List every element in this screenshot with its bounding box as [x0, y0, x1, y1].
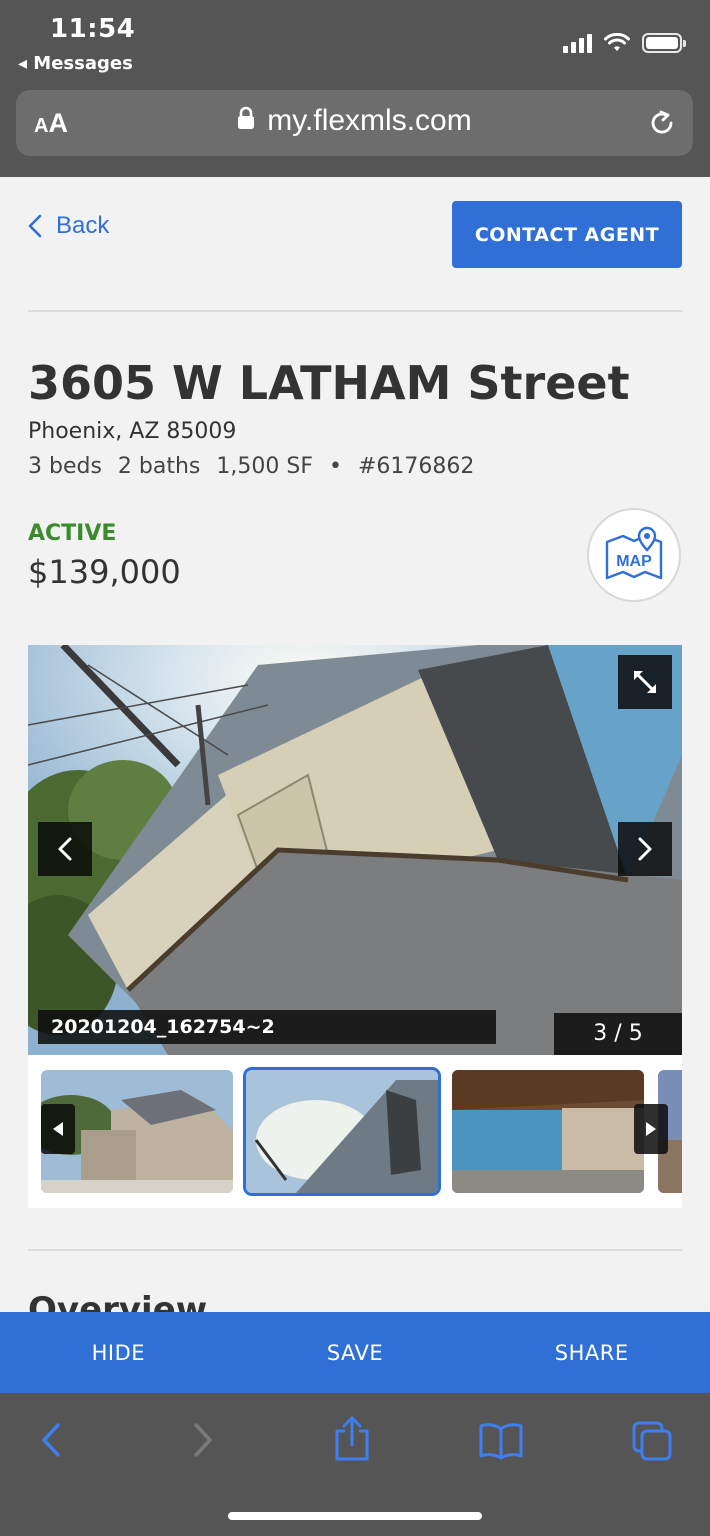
battery-icon: [642, 33, 686, 53]
gallery-next-button[interactable]: [618, 822, 672, 876]
status-badge: ACTIVE: [28, 521, 117, 546]
listing-address: 3605 W LATHAM Street: [28, 356, 630, 410]
main-photo: [28, 645, 682, 1055]
url-text: my.flexmls.com: [267, 104, 472, 137]
map-icon: MAP: [605, 526, 663, 580]
chevron-left-icon: [28, 214, 42, 238]
thumbnail-image: [246, 1070, 438, 1193]
hide-button[interactable]: HIDE: [0, 1312, 237, 1393]
address-bar[interactable]: AA my.flexmls.com: [16, 90, 693, 156]
separator-dot: •: [328, 454, 342, 479]
status-icons: [563, 31, 686, 55]
divider: [28, 310, 682, 312]
browser-forward-icon[interactable]: [188, 1420, 218, 1460]
url-display[interactable]: my.flexmls.com: [16, 104, 693, 138]
baths: 2 baths: [117, 454, 201, 479]
back-to-messages[interactable]: ◂ Messages: [18, 53, 133, 74]
back-link[interactable]: Back: [28, 212, 109, 240]
wifi-icon: [604, 33, 630, 51]
photo-gallery[interactable]: 20201204_162754~2 3 / 5: [28, 645, 682, 1055]
gallery-prev-button[interactable]: [38, 822, 92, 876]
fullscreen-button[interactable]: [618, 655, 672, 709]
contact-agent-button[interactable]: CONTACT AGENT: [452, 201, 682, 268]
home-indicator: [228, 1512, 482, 1520]
action-bar: HIDE SAVE SHARE: [0, 1312, 710, 1393]
thumbnail-2[interactable]: [243, 1067, 441, 1196]
triangle-left-icon: [53, 1122, 63, 1136]
thumbnails-prev-button[interactable]: [41, 1104, 75, 1154]
listing-city: Phoenix, AZ 85009: [28, 419, 237, 444]
back-label: Back: [56, 212, 110, 239]
divider: [28, 1249, 682, 1251]
tabs-icon[interactable]: [630, 1419, 674, 1463]
triangle-right-icon: [646, 1122, 656, 1136]
browser-back-icon[interactable]: [36, 1420, 66, 1460]
thumbnail-strip[interactable]: [28, 1055, 682, 1208]
status-time: 11:54: [50, 14, 136, 44]
cellular-signal-icon: [563, 33, 592, 53]
thumbnail-3[interactable]: [452, 1070, 644, 1193]
lock-icon: [238, 106, 255, 130]
mls-number: #6176862: [357, 454, 475, 479]
listing-price: $139,000: [28, 553, 181, 591]
bookmarks-icon[interactable]: [478, 1421, 524, 1461]
save-button[interactable]: SAVE: [237, 1312, 474, 1393]
thumbnail-image: [452, 1070, 644, 1193]
expand-icon: [633, 670, 657, 694]
share-icon[interactable]: [333, 1415, 371, 1463]
beds: 3 beds: [28, 454, 102, 479]
chevron-right-icon: [638, 837, 652, 861]
area: 1,500 SF: [216, 454, 313, 479]
reload-icon[interactable]: [647, 108, 677, 138]
share-button[interactable]: SHARE: [473, 1312, 710, 1393]
map-button[interactable]: MAP: [587, 508, 681, 602]
browser-chrome: 11:54 ◂ Messages AA my.flexmls.com: [0, 0, 710, 177]
photo-caption: 20201204_162754~2: [38, 1010, 496, 1044]
map-label: MAP: [616, 553, 652, 570]
photo-counter: 3 / 5: [554, 1013, 682, 1055]
thumbnails-next-button[interactable]: [634, 1104, 668, 1154]
listing-facts: 3 beds 2 baths 1,500 SF • #6176862: [28, 454, 474, 479]
chevron-left-icon: [58, 837, 72, 861]
